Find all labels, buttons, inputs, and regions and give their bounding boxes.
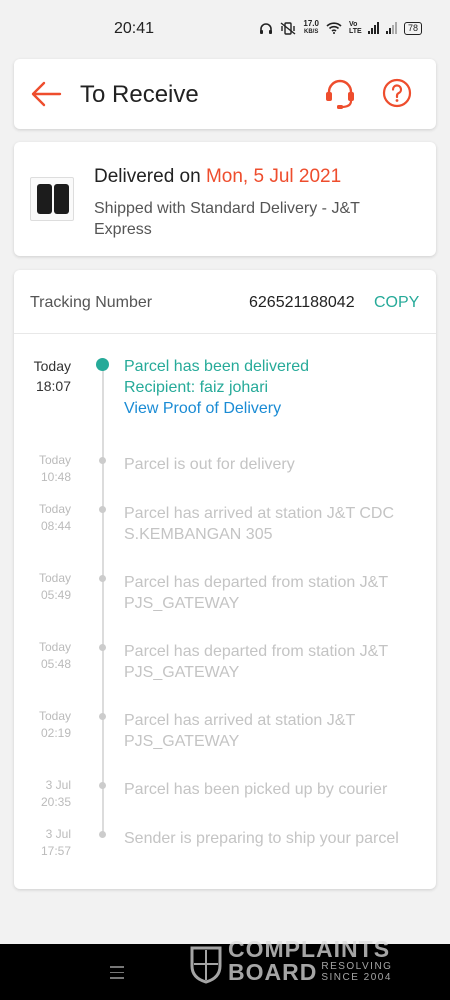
timeline-dot (99, 575, 106, 582)
delivered-date: Mon, 5 Jul 2021 (205, 166, 342, 187)
event-time: Today 10:48 (14, 452, 71, 486)
event-description: Parcel has arrived at station J&T PJS_GA… (124, 712, 355, 750)
event-clock: 18:07 (35, 378, 71, 394)
status-bar: 20:41 17.0 KB/S Vo LTE 78 (0, 0, 450, 58)
event-clock: 17:57 (40, 844, 71, 858)
event-day: Today (38, 571, 71, 585)
watermark-line2: BOARD (228, 959, 318, 985)
battery-icon: 78 (403, 21, 422, 35)
event-time: Today 02:19 (14, 708, 71, 742)
delivered-prefix: Delivered on (94, 166, 201, 187)
help-icon (382, 78, 412, 108)
event-clock: 02:19 (40, 726, 71, 740)
timeline-dot (99, 644, 106, 651)
event-description: Parcel has departed from station J&T PJS… (124, 643, 388, 681)
event-description: Sender is preparing to ship your parcel (124, 830, 399, 847)
network-speed: 17.0 KB/S (303, 20, 319, 36)
tracking-number: 626521188042 (249, 294, 355, 311)
page-title: To Receive (80, 81, 199, 108)
help-button[interactable] (382, 78, 412, 108)
event-description: Parcel has been picked up by courier (124, 781, 388, 798)
watermark-text: COMPLAINTS BOARD RESOLVING SINCE 2004 (228, 938, 401, 984)
tracking-card: Tracking Number 626521188042 COPY Today … (14, 270, 436, 889)
product-image-part (54, 184, 69, 214)
status-time: 20:41 (114, 20, 155, 37)
event-time: Today 05:48 (14, 639, 71, 673)
product-thumbnail (30, 177, 74, 221)
event-recipient: Recipient: faiz johari (124, 379, 269, 396)
event-clock: 05:48 (40, 657, 71, 671)
event-clock: 20:35 (40, 795, 71, 809)
timeline-line (102, 367, 104, 833)
event-clock: 10:48 (40, 470, 71, 484)
event-day: Today (33, 358, 71, 374)
watermark: COMPLAINTS BOARD RESOLVING SINCE 2004 (188, 938, 401, 984)
event-time: Today 05:49 (14, 570, 71, 604)
customer-support-button[interactable] (323, 77, 357, 111)
delivery-summary-card[interactable]: Delivered on Mon, 5 Jul 2021 Shipped wit… (14, 142, 436, 256)
view-proof-of-delivery-link[interactable]: View Proof of Delivery (124, 398, 424, 419)
net-speed-value: 17.0 (303, 19, 319, 28)
event-day: Today (38, 502, 71, 516)
event-day: Today (38, 709, 71, 723)
event-clock: 05:49 (40, 588, 71, 602)
timeline-dot (99, 831, 106, 838)
event-status: Parcel has been delivered (124, 358, 310, 375)
event-day: Today (38, 453, 71, 467)
event-time: 3 Jul 17:57 (14, 826, 71, 860)
arrow-left-icon (31, 81, 62, 107)
recent-apps-button[interactable] (110, 966, 124, 983)
product-image-part (37, 184, 52, 214)
timeline-dot (99, 457, 106, 464)
signal-icon-2 (385, 22, 397, 34)
timeline-dot (99, 782, 106, 789)
delivered-status: Delivered on Mon, 5 Jul 2021 (94, 166, 341, 188)
event-day: 3 Jul (45, 827, 71, 841)
tracking-number-row: Tracking Number 626521188042 COPY (14, 270, 436, 334)
event-time: 3 Jul 20:35 (14, 777, 71, 811)
headphones-icon (260, 22, 273, 34)
copy-button[interactable]: COPY (374, 294, 419, 312)
tracking-number-label: Tracking Number (30, 294, 153, 311)
net-speed-unit: KB/S (304, 29, 319, 35)
signal-icon (367, 22, 379, 34)
timeline-dot-active (96, 358, 109, 371)
header-bar: To Receive (14, 59, 436, 129)
event-time: Today 08:44 (14, 501, 71, 535)
timeline-dot (99, 506, 106, 513)
watermark-line1: COMPLAINTS (228, 936, 391, 962)
shipping-method: Shipped with Standard Delivery - J&T Exp… (94, 200, 360, 238)
vibrate-icon (280, 21, 296, 35)
shield-logo-icon (190, 946, 222, 984)
event-description: Parcel has departed from station J&T PJS… (124, 574, 388, 612)
event-description: Parcel is out for delivery (124, 456, 295, 473)
event-day: Today (38, 640, 71, 654)
event-clock: 08:44 (40, 519, 71, 533)
event-time: Today 18:07 (14, 356, 71, 396)
event-description: Parcel has arrived at station J&T CDC S.… (124, 505, 395, 543)
headset-icon (326, 79, 354, 109)
back-button[interactable] (30, 79, 62, 109)
wifi-icon (326, 22, 342, 34)
watermark-tagline: RESOLVING SINCE 2004 (321, 961, 393, 983)
status-icons: 17.0 KB/S Vo LTE 78 (259, 20, 422, 36)
volte-label: Vo LTE (348, 21, 362, 35)
event-day: 3 Jul (45, 778, 71, 792)
event-description: Parcel has been delivered Recipient: fai… (124, 356, 424, 419)
timeline-dot (99, 713, 106, 720)
